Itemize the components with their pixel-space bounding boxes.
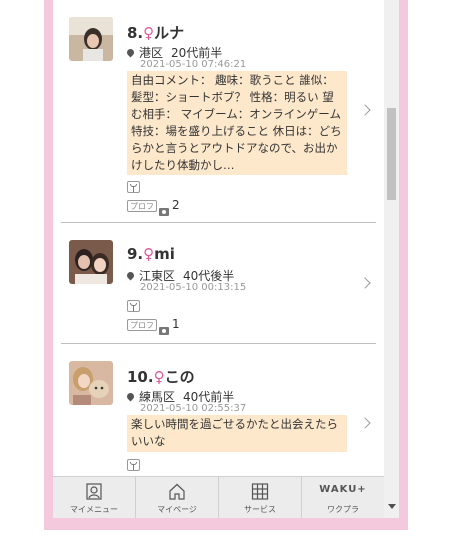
profile-photos: プロフ 1 bbox=[127, 317, 180, 335]
comment-box: 自由コメント： 趣味：歌うこと 誰似：髪型：ショートボブ？ 性格：明るい 望む相… bbox=[127, 71, 347, 175]
scrollbar[interactable] bbox=[384, 0, 399, 518]
cocktail-glass-icon bbox=[127, 300, 140, 312]
my-page-button[interactable]: マイページ bbox=[136, 477, 219, 518]
prof-tag: プロフ bbox=[127, 319, 157, 331]
scrollbar-thumb[interactable] bbox=[387, 108, 396, 200]
avatar[interactable] bbox=[69, 361, 113, 405]
waku-logo: WAKU+ bbox=[319, 484, 367, 495]
home-icon bbox=[169, 483, 185, 500]
user-card-icon bbox=[86, 483, 102, 500]
list-item[interactable]: 8.♀ルナ 港区 20代前半 2021-05-10 07:46:21 自由コメント… bbox=[61, 0, 376, 223]
content-panel: 8.♀ルナ 港区 20代前半 2021-05-10 07:46:21 自由コメント… bbox=[53, 0, 399, 518]
cocktail-glass-icon bbox=[127, 181, 140, 193]
chevron-right-icon[interactable] bbox=[361, 279, 371, 289]
camera-icon bbox=[159, 208, 169, 216]
list-item[interactable]: 10.♀この 練馬区 40代前半 2021-05-10 02:55:37 楽しい時… bbox=[61, 344, 376, 484]
my-menu-label: マイメニュー bbox=[70, 505, 118, 514]
member-name[interactable]: 9.♀mi bbox=[127, 245, 175, 263]
chevron-right-icon[interactable] bbox=[361, 419, 371, 429]
my-menu-button[interactable]: マイメニュー bbox=[53, 477, 136, 518]
waku-plus-button[interactable]: WAKU+ ワクプラ bbox=[302, 477, 384, 518]
camera-icon bbox=[159, 327, 169, 335]
location-pin-icon bbox=[125, 391, 136, 402]
prof-tag: プロフ bbox=[127, 200, 157, 212]
post-datetime: 2021-05-10 02:55:37 bbox=[140, 403, 247, 414]
photo-count: 1 bbox=[172, 317, 180, 331]
waku-label: ワクプラ bbox=[327, 505, 359, 514]
female-symbol: ♀ bbox=[143, 24, 155, 42]
chevron-right-icon[interactable] bbox=[361, 106, 371, 116]
post-datetime: 2021-05-10 07:46:21 bbox=[140, 59, 247, 70]
profile-photos: プロフ 2 bbox=[127, 198, 180, 216]
comment-box: 楽しい時間を過ごせるかたと出会えたらいいな bbox=[127, 415, 347, 452]
female-symbol: ♀ bbox=[153, 368, 165, 386]
service-button[interactable]: サービス bbox=[219, 477, 302, 518]
photo-count: 2 bbox=[172, 198, 180, 212]
member-name[interactable]: 8.♀ルナ bbox=[127, 22, 184, 43]
list-item[interactable]: 9.♀mi 江東区 40代後半 2021-05-10 00:13:15 プロフ 1 bbox=[61, 223, 376, 344]
member-name[interactable]: 10.♀この bbox=[127, 366, 195, 387]
location-pin-icon bbox=[125, 47, 136, 58]
cocktail-glass-icon bbox=[127, 459, 140, 471]
my-page-label: マイページ bbox=[157, 505, 197, 514]
grid-icon bbox=[251, 483, 269, 500]
footer-nav: マイメニュー マイページ サービス WAKU+ ワクプラ bbox=[53, 476, 384, 518]
avatar[interactable] bbox=[69, 17, 113, 61]
service-label: サービス bbox=[244, 505, 276, 514]
post-datetime: 2021-05-10 00:13:15 bbox=[140, 282, 247, 293]
location-pin-icon bbox=[125, 270, 136, 281]
avatar[interactable] bbox=[69, 240, 113, 284]
female-symbol: ♀ bbox=[143, 245, 155, 263]
scroll-down-arrow-icon[interactable] bbox=[388, 504, 396, 509]
